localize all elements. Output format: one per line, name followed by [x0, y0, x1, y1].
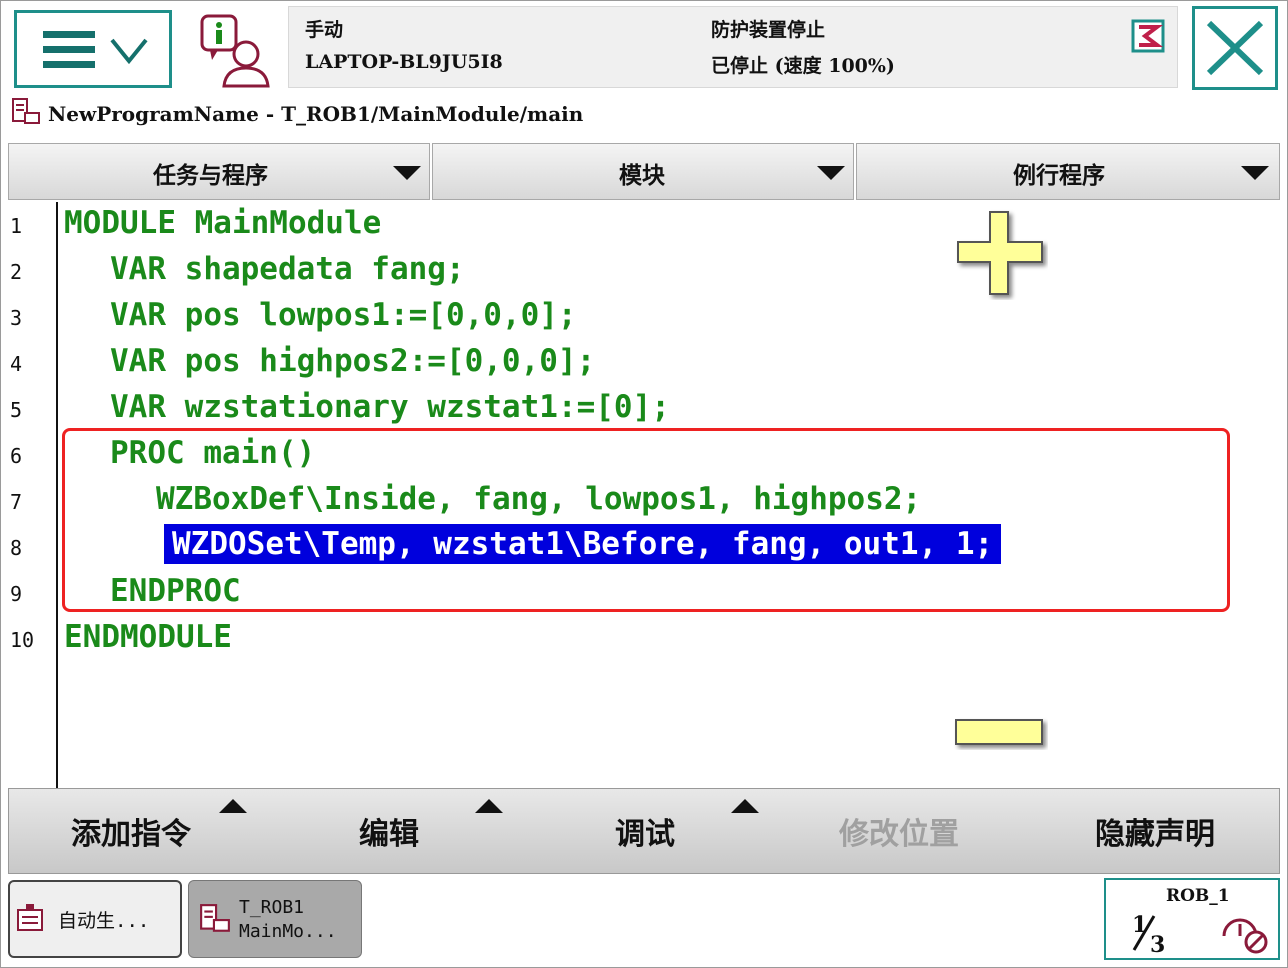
- code-line[interactable]: VAR pos highpos2:=[0,0,0];: [110, 341, 595, 381]
- window-app-icon: [17, 904, 43, 931]
- run-status: 已停止 (速度 100%): [711, 55, 895, 77]
- dropdown-label: 例行程序: [1013, 163, 1105, 189]
- hamburger-icon: [43, 31, 95, 69]
- menu-up-arrow-icon: [475, 799, 503, 813]
- line-number: 7: [10, 490, 23, 514]
- hide-declarations-button[interactable]: 隐藏声明: [1095, 809, 1215, 853]
- operating-mode: 手动: [305, 19, 344, 41]
- line-number: 3: [10, 306, 23, 330]
- line-number: 6: [10, 444, 23, 468]
- code-line[interactable]: VAR wzstationary wzstat1:=[0];: [110, 387, 670, 427]
- speed-fraction-icon: 1 3: [1132, 912, 1165, 956]
- dropdown-label: 模块: [619, 163, 665, 189]
- code-line[interactable]: ENDMODULE: [64, 617, 232, 657]
- dropdown-arrow-icon: [393, 166, 421, 180]
- menu-up-arrow-icon: [219, 799, 247, 813]
- close-icon: [1206, 20, 1264, 76]
- taskbar-item-autoconfig[interactable]: 自动生...: [8, 880, 182, 958]
- taskbar-item-label: 自动生...: [58, 910, 150, 932]
- code-line[interactable]: VAR pos lowpos1:=[0,0,0];: [110, 295, 577, 335]
- dropdown-arrow-icon: [817, 166, 845, 180]
- line-number: 1: [10, 214, 23, 238]
- breadcrumb: NewProgramName - T_ROB1/MainModule/main: [48, 102, 584, 126]
- taskbar-item-label: T_ROB1: [239, 897, 305, 918]
- taskbar-item-program-editor[interactable]: T_ROB1 MainMo...: [188, 880, 362, 958]
- line-number: 9: [10, 582, 23, 606]
- editor-toolbar: 添加指令 编辑 调试 修改位置 隐藏声明: [8, 788, 1280, 874]
- line-number: 2: [10, 260, 23, 284]
- event-log-icon[interactable]: [196, 12, 272, 88]
- program-status-icon: [1131, 19, 1165, 53]
- program-editor-icon: [200, 904, 230, 932]
- chevron-down-icon: [110, 38, 148, 65]
- dropdown-routines[interactable]: 例行程序: [856, 143, 1280, 200]
- mechanical-unit-label: ROB_1: [1166, 886, 1230, 906]
- line-number-gutter: 1 2 3 4 5 6 7 8 9 10: [8, 202, 58, 788]
- close-button[interactable]: [1192, 6, 1278, 90]
- code-line[interactable]: MODULE MainModule: [64, 203, 381, 243]
- line-number: 10: [10, 628, 35, 652]
- zoom-out-button[interactable]: [952, 716, 1048, 750]
- quickset-menu-button[interactable]: ROB_1 1 3: [1104, 878, 1280, 960]
- menu-up-arrow-icon: [731, 799, 759, 813]
- zoom-in-button[interactable]: [952, 206, 1048, 300]
- safety-status: 防护装置停止: [711, 19, 826, 41]
- program-editor-icon: [12, 98, 40, 124]
- modify-position-button[interactable]: 修改位置: [839, 809, 959, 853]
- abb-menu-button[interactable]: [14, 10, 172, 88]
- debug-button[interactable]: 调试: [615, 809, 675, 853]
- annotation-highlight-box: [62, 428, 1230, 612]
- line-number: 5: [10, 398, 23, 422]
- line-number: 8: [10, 536, 23, 560]
- line-number: 4: [10, 352, 23, 376]
- controller-name: LAPTOP-BL9JU5I8: [305, 51, 503, 73]
- status-bar[interactable]: 手动 LAPTOP-BL9JU5I8 防护装置停止 已停止 (速度 100%): [288, 6, 1178, 88]
- dropdown-arrow-icon: [1241, 166, 1269, 180]
- run-mode-stop-icon: [1222, 918, 1268, 954]
- code-line[interactable]: VAR shapedata fang;: [110, 249, 465, 289]
- dropdown-tasks-programs[interactable]: 任务与程序: [8, 143, 430, 200]
- edit-button[interactable]: 编辑: [359, 809, 419, 853]
- taskbar-item-sublabel: MainMo...: [239, 921, 337, 942]
- dropdown-modules[interactable]: 模块: [432, 143, 854, 200]
- dropdown-label: 任务与程序: [153, 163, 268, 189]
- add-instruction-button[interactable]: 添加指令: [71, 809, 191, 853]
- svg-text:3: 3: [1150, 932, 1165, 956]
